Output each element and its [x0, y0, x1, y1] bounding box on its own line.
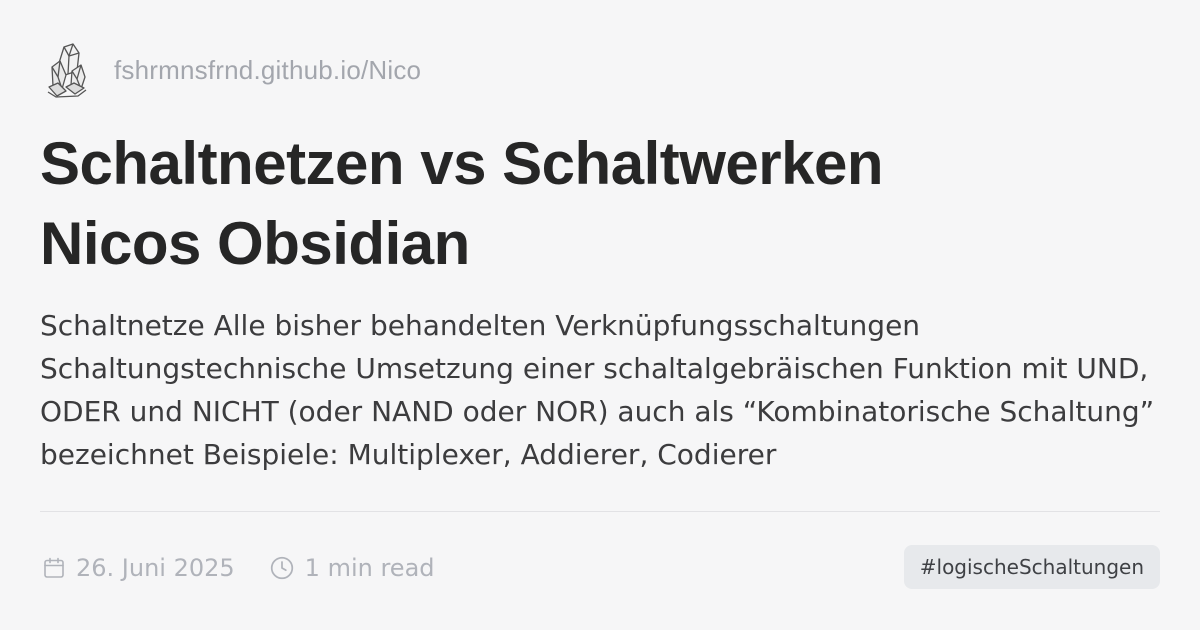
page-title: Schaltnetzen vs Schaltwerken Nicos Obsid…: [40, 124, 1160, 284]
calendar-icon: [44, 557, 64, 578]
date-meta: 26. Juni 2025: [42, 554, 235, 582]
reading-time: 1 min read: [304, 554, 435, 582]
crystal-icon: [47, 43, 87, 98]
site-name[interactable]: fshrmnsfrnd.github.io/Nico: [114, 55, 421, 86]
clock-icon: [270, 556, 293, 580]
tag-chip[interactable]: #logischeSchaltungen: [903, 545, 1160, 589]
post-excerpt: Schaltnetze Alle bisher behandelten Verk…: [40, 309, 1155, 471]
divider: [40, 511, 1160, 512]
post-meta: 26. Juni 2025 1 min read: [42, 548, 435, 588]
title-line-2: Nicos Obsidian: [40, 210, 470, 277]
reading-time-meta: 1 min read: [269, 554, 435, 582]
post-date: 26. Juni 2025: [76, 554, 235, 582]
site-header: fshrmnsfrnd.github.io/Nico: [44, 40, 421, 100]
title-line-1: Schaltnetzen vs Schaltwerken: [40, 130, 884, 197]
social-card: fshrmnsfrnd.github.io/Nico Schaltnetzen …: [0, 0, 1200, 630]
